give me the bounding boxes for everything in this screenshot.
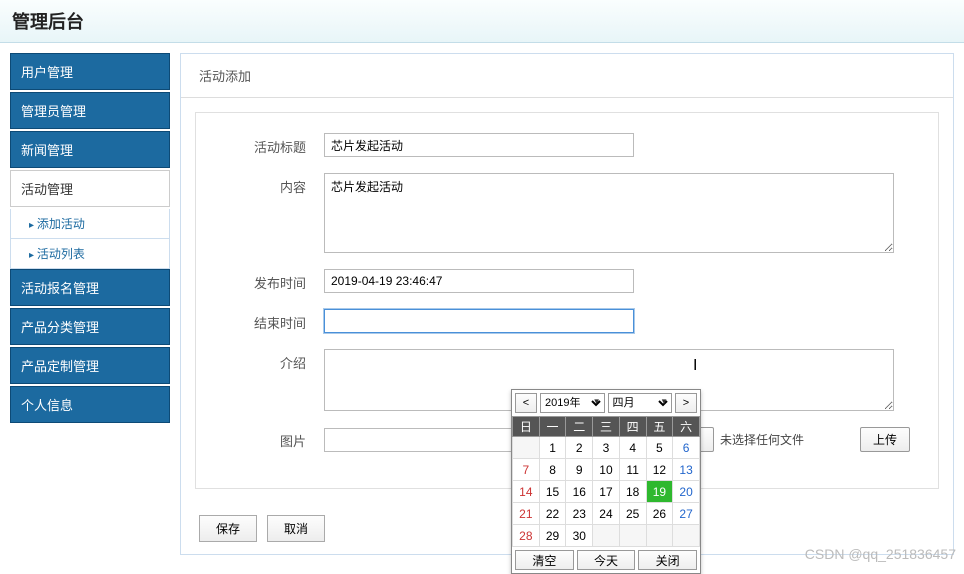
watermark: CSDN @qq_251836457 [805,546,956,562]
sidebar-item-category[interactable]: 产品分类管理 [10,308,170,345]
cal-day[interactable]: 6 [673,437,700,459]
cal-today-button[interactable]: 今天 [577,550,636,570]
publish-label: 发布时间 [224,269,324,292]
cal-day[interactable]: 8 [539,459,566,481]
cal-day [619,525,646,547]
cal-day[interactable]: 7 [513,459,540,481]
sidebar-item-profile[interactable]: 个人信息 [10,386,170,423]
cal-day[interactable]: 13 [673,459,700,481]
cal-day[interactable]: 10 [593,459,620,481]
cal-day [646,525,673,547]
date-picker: < 2019年 四月 > 日一二三四五六 1234567891011121314… [511,389,701,574]
cal-day[interactable]: 3 [593,437,620,459]
cal-day[interactable]: 25 [619,503,646,525]
cal-day[interactable]: 28 [513,525,540,547]
cal-next-button[interactable]: > [675,393,697,413]
cal-clear-button[interactable]: 清空 [515,550,574,570]
cal-weekday: 一 [539,417,566,437]
intro-label: 介绍 [224,349,324,372]
sidebar-sub-add-activity[interactable]: 添加活动 [10,209,170,239]
end-input[interactable] [324,309,634,333]
title-label: 活动标题 [224,133,324,156]
cal-year-select[interactable]: 2019年 [540,393,605,413]
cal-day[interactable]: 20 [673,481,700,503]
cal-day[interactable]: 16 [566,481,593,503]
cal-day[interactable]: 29 [539,525,566,547]
cal-day[interactable]: 30 [566,525,593,547]
cal-day[interactable]: 2 [566,437,593,459]
cal-day[interactable]: 24 [593,503,620,525]
publish-input[interactable] [324,269,634,293]
cal-day [513,437,540,459]
cal-weekday: 五 [646,417,673,437]
cal-day[interactable]: 5 [646,437,673,459]
cal-day[interactable]: 23 [566,503,593,525]
save-button[interactable]: 保存 [199,515,257,542]
cal-day[interactable]: 12 [646,459,673,481]
text-cursor-icon: I [693,357,697,375]
app-header: 管理后台 [0,0,964,43]
cal-day[interactable]: 9 [566,459,593,481]
cal-weekday: 四 [619,417,646,437]
panel-title: 活动添加 [181,54,953,98]
cal-day[interactable]: 1 [539,437,566,459]
cal-close-button[interactable]: 关闭 [638,550,697,570]
cal-day[interactable]: 26 [646,503,673,525]
main-panel: 活动添加 活动标题 内容 芯片发起活动 发布时间 结束时间 介绍 [180,53,954,555]
end-label: 结束时间 [224,309,324,332]
cal-weekday: 二 [566,417,593,437]
no-file-text: 未选择任何文件 [720,431,804,448]
cal-day [593,525,620,547]
cal-day[interactable]: 18 [619,481,646,503]
sidebar: 用户管理 管理员管理 新闻管理 活动管理 添加活动 活动列表 活动报名管理 产品… [10,53,170,555]
sidebar-item-users[interactable]: 用户管理 [10,53,170,90]
cal-day[interactable]: 22 [539,503,566,525]
cal-day[interactable]: 21 [513,503,540,525]
cal-month-select[interactable]: 四月 [608,393,673,413]
cal-day[interactable]: 17 [593,481,620,503]
cancel-button[interactable]: 取消 [267,515,325,542]
sidebar-sub-activity-list[interactable]: 活动列表 [10,239,170,269]
title-input[interactable] [324,133,634,157]
cal-day [673,525,700,547]
image-label: 图片 [224,427,324,450]
cal-day[interactable]: 11 [619,459,646,481]
upload-button[interactable]: 上传 [860,427,910,452]
content-textarea[interactable]: 芯片发起活动 [324,173,894,253]
cal-day[interactable]: 4 [619,437,646,459]
cal-weekday: 三 [593,417,620,437]
app-title: 管理后台 [12,8,952,34]
sidebar-item-signup[interactable]: 活动报名管理 [10,269,170,306]
cal-day[interactable]: 15 [539,481,566,503]
sidebar-item-admins[interactable]: 管理员管理 [10,92,170,129]
cal-day[interactable]: 19 [646,481,673,503]
cal-day[interactable]: 14 [513,481,540,503]
sidebar-item-custom[interactable]: 产品定制管理 [10,347,170,384]
cal-day[interactable]: 27 [673,503,700,525]
sidebar-item-news[interactable]: 新闻管理 [10,131,170,168]
cal-grid: 日一二三四五六 12345678910111213141516171819202… [512,416,700,547]
content-label: 内容 [224,173,324,196]
cal-prev-button[interactable]: < [515,393,537,413]
cal-weekday: 六 [673,417,700,437]
cal-weekday: 日 [513,417,540,437]
sidebar-item-activity[interactable]: 活动管理 [10,170,170,207]
